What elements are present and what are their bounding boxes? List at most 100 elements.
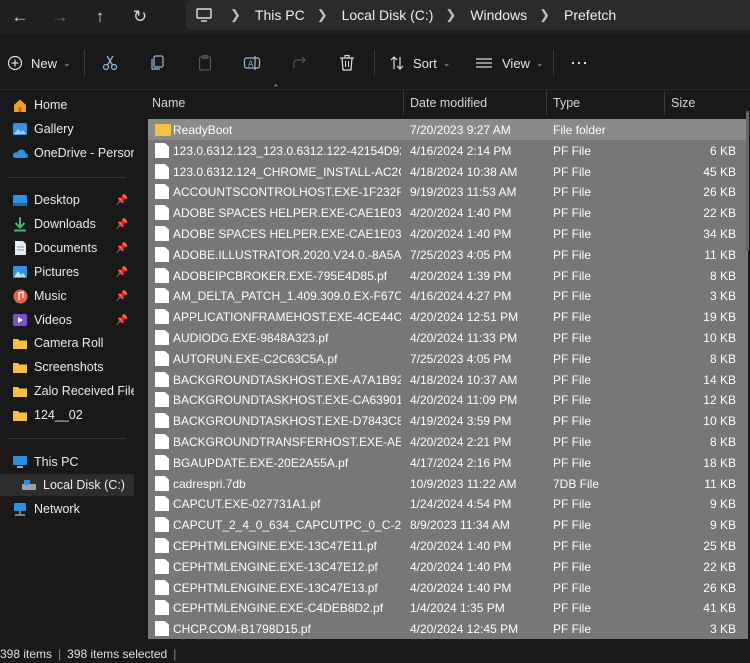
sidebar-item-camera-roll[interactable]: Camera Roll — [0, 332, 134, 354]
sidebar-item-documents[interactable]: Documents 📌 — [0, 237, 134, 259]
file-type: PF File — [553, 226, 592, 241]
file-type: PF File — [553, 621, 592, 636]
more-options-button[interactable]: ⋯ — [570, 52, 589, 74]
sidebar-item-label: Gallery — [34, 122, 74, 136]
file-row[interactable]: cadrespri.7db 10/9/2023 11:22 AM 7DB File 1… — [148, 473, 748, 494]
file-type: PF File — [553, 268, 592, 283]
share-button[interactable] — [291, 52, 309, 74]
pin-icon[interactable]: 📌 — [116, 243, 128, 254]
file-row[interactable]: ADOBE SPACES HELPER.EXE-CAE1E035.pf 4/20/… — [148, 223, 748, 244]
file-row[interactable]: BACKGROUNDTASKHOST.EXE-CA639011.pf 4/20/2… — [148, 389, 748, 410]
rename-button[interactable]: A — [243, 52, 261, 74]
file-icon — [155, 496, 169, 511]
column-header-type[interactable]: Type — [553, 96, 580, 110]
file-date-modified: 4/20/2024 12:45 PM — [410, 621, 519, 636]
file-row[interactable]: CAPCUT_2_4_0_634_CAPCUTPC_0_C-228... 8/9/… — [148, 514, 748, 535]
file-row[interactable]: CAPCUT.EXE-027731A1.pf 1/24/2024 4:54 PM P… — [148, 493, 748, 514]
file-row[interactable]: ADOBEIPCBROKER.EXE-795E4D85.pf 4/20/2024 … — [148, 265, 748, 286]
file-row[interactable]: 123.0.6312.123_123.0.6312.122-42154D92.p… — [148, 140, 748, 161]
up-button[interactable]: ↑ — [80, 3, 120, 31]
status-bar: 398 items | 398 items selected | — [0, 645, 750, 663]
column-header-date-modified[interactable]: Date modified — [410, 96, 487, 110]
breadcrumb-this-pc[interactable]: This PC — [255, 7, 305, 23]
file-name: CAPCUT_2_4_0_634_CAPCUTPC_0_C-228... — [173, 517, 401, 532]
file-name: BACKGROUNDTRANSFERHOST.EXE-AEEF... — [173, 434, 401, 449]
file-row[interactable]: CEPHTMLENGINE.EXE-C4DEB8D2.pf 1/4/2024 1:… — [148, 597, 748, 618]
sidebar-item-music[interactable]: Music 📌 — [0, 285, 134, 307]
column-header-size[interactable]: Size — [671, 96, 695, 110]
pin-icon[interactable]: 📌 — [116, 315, 128, 326]
refresh-button[interactable]: ↻ — [120, 3, 160, 31]
file-size: 6 KB — [709, 143, 736, 158]
vertical-scrollbar[interactable] — [744, 91, 750, 645]
sidebar-item-onedrive[interactable]: OneDrive - Persona — [0, 142, 134, 164]
file-name: BACKGROUNDTASKHOST.EXE-CA639011.pf — [173, 392, 401, 407]
view-button[interactable]: View ⌄ — [475, 52, 544, 74]
sidebar-item-videos[interactable]: Videos 📌 — [0, 309, 134, 331]
column-divider[interactable] — [403, 91, 404, 115]
file-icon — [155, 288, 169, 303]
column-divider[interactable] — [664, 91, 665, 115]
file-row[interactable]: CEPHTMLENGINE.EXE-13C47E12.pf 4/20/2024 1… — [148, 556, 748, 577]
file-row[interactable]: AM_DELTA_PATCH_1.409.309.0.EX-F67C15... 4… — [148, 285, 748, 306]
pin-icon[interactable]: 📌 — [116, 219, 128, 230]
file-row[interactable]: CEPHTMLENGINE.EXE-13C47E11.pf 4/20/2024 1… — [148, 535, 748, 556]
column-divider[interactable] — [546, 91, 547, 115]
file-row[interactable]: CEPHTMLENGINE.EXE-13C47E13.pf 4/20/2024 1… — [148, 577, 748, 598]
cut-button[interactable] — [101, 52, 119, 74]
sidebar-item-gallery[interactable]: Gallery — [0, 118, 134, 140]
arrow-right-icon: → — [51, 7, 69, 26]
file-row[interactable]: BACKGROUNDTASKHOST.EXE-D7843C8B.... 4/19/… — [148, 410, 748, 431]
sidebar-item-this-pc[interactable]: This PC — [0, 451, 134, 473]
file-row[interactable]: 123.0.6312.124_CHROME_INSTALL-AC2C... 4/1… — [148, 161, 748, 182]
paste-button[interactable] — [196, 52, 214, 74]
file-row[interactable]: AUTORUN.EXE-C2C63C5A.pf 7/25/2023 4:05 PM… — [148, 348, 748, 369]
file-row[interactable]: BACKGROUNDTASKHOST.EXE-A7A1B922.... 4/18/… — [148, 369, 748, 390]
sidebar-item-zalo-received-files[interactable]: Zalo Received Files — [0, 380, 134, 402]
new-button[interactable]: New ⌄ — [7, 52, 71, 74]
copy-button[interactable] — [148, 52, 166, 74]
file-date-modified: 4/20/2024 1:39 PM — [410, 268, 512, 283]
address-bar[interactable]: ❯ This PC ❯ Local Disk (C:) ❯ Windows ❯ … — [186, 0, 750, 30]
pin-icon[interactable]: 📌 — [116, 195, 128, 206]
chevron-right-icon: ❯ — [230, 7, 241, 22]
sidebar-item-pictures[interactable]: Pictures 📌 — [0, 261, 134, 283]
column-header-name[interactable]: Name — [152, 96, 185, 110]
file-row[interactable]: APPLICATIONFRAMEHOST.EXE-4CE44C8... 4/20/… — [148, 306, 748, 327]
sidebar-item-desktop[interactable]: Desktop 📌 — [0, 189, 134, 211]
pin-icon[interactable]: 📌 — [116, 291, 128, 302]
folder-icon — [155, 124, 171, 136]
sidebar-item-local-disk[interactable]: Local Disk (C:) — [0, 474, 134, 496]
breadcrumb-local-disk[interactable]: Local Disk (C:) — [342, 7, 434, 23]
file-row[interactable]: BGAUPDATE.EXE-20E2A55A.pf 4/17/2024 2:16 … — [148, 452, 748, 473]
sidebar-item-downloads[interactable]: Downloads 📌 — [0, 213, 134, 235]
file-row[interactable]: ACCOUNTSCONTROLHOST.EXE-1F232F1... 9/19/2… — [148, 181, 748, 202]
file-name: 123.0.6312.123_123.0.6312.122-42154D92.p… — [173, 143, 401, 158]
sidebar-item-screenshots[interactable]: Screenshots — [0, 356, 134, 378]
sort-button[interactable]: Sort ⌄ — [389, 52, 450, 74]
pin-icon[interactable]: 📌 — [116, 267, 128, 278]
sidebar-item-124-02[interactable]: 124__02 — [0, 404, 134, 426]
file-row[interactable]: ADOBE.ILLUSTRATOR.2020.V24.0.-8A5A38... 7… — [148, 244, 748, 265]
back-button[interactable]: ← — [0, 3, 40, 31]
file-date-modified: 4/20/2024 1:40 PM — [410, 538, 512, 553]
breadcrumb-windows[interactable]: Windows — [470, 7, 527, 23]
file-row[interactable]: ReadyBoot 7/20/2023 9:27 AM File folder — [148, 119, 748, 140]
file-size: 41 KB — [703, 600, 736, 615]
file-row[interactable]: ADOBE SPACES HELPER.EXE-CAE1E034.pf 4/20/… — [148, 202, 748, 223]
file-size: 8 KB — [709, 351, 736, 366]
forward-button[interactable]: → — [40, 3, 80, 31]
file-row[interactable]: BACKGROUNDTRANSFERHOST.EXE-AEEF... 4/20/2… — [148, 431, 748, 452]
refresh-icon: ↻ — [132, 7, 148, 26]
sidebar-item-network[interactable]: Network — [0, 498, 134, 520]
file-size: 26 KB — [703, 184, 736, 199]
scrollbar-thumb[interactable] — [746, 111, 749, 251]
sidebar-item-home[interactable]: Home — [0, 94, 134, 116]
file-row[interactable]: CHCP.COM-B1798D15.pf 4/20/2024 12:45 PM PF… — [148, 618, 748, 639]
sidebar-item-label: This PC — [34, 455, 79, 469]
file-date-modified: 7/20/2023 9:27 AM — [410, 122, 511, 137]
breadcrumb-prefetch[interactable]: Prefetch — [564, 7, 616, 23]
file-row[interactable]: AUDIODG.EXE-9848A323.pf 4/20/2024 11:33 P… — [148, 327, 748, 348]
delete-button[interactable] — [338, 52, 356, 74]
home-icon — [11, 97, 29, 113]
